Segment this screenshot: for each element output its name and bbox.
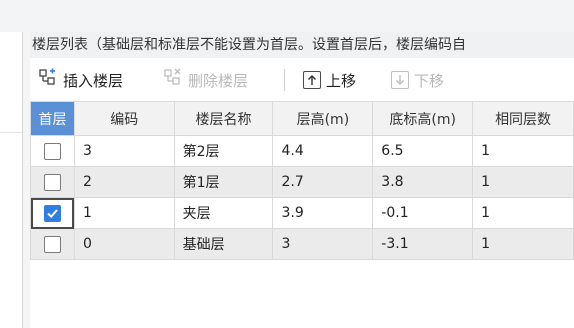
insert-floor-icon <box>38 68 58 92</box>
floor-list-title: 楼层列表（基础层和标准层不能设置为首层。设置首层后，楼层编码自 <box>30 32 574 59</box>
same-count-cell[interactable]: 1 <box>472 135 574 167</box>
floor-name-cell[interactable]: 基础层 <box>173 228 274 260</box>
arrow-down-icon <box>391 71 409 89</box>
height-cell[interactable]: 3 <box>272 228 374 260</box>
table-row[interactable]: 2 第1层 2.7 3.8 1 <box>30 166 574 198</box>
delete-floor-button[interactable]: 删除楼层 <box>163 67 248 93</box>
first-floor-cell[interactable] <box>30 166 75 198</box>
same-count-cell[interactable]: 1 <box>472 228 574 260</box>
first-floor-cell[interactable] <box>30 228 75 260</box>
height-cell[interactable]: 3.9 <box>272 197 374 229</box>
col-header-code[interactable]: 编码 <box>73 101 175 136</box>
col-header-height[interactable]: 层高(m) <box>272 101 374 136</box>
left-panel <box>0 32 23 328</box>
col-header-same-count[interactable]: 相同层数 <box>472 101 574 136</box>
table-row[interactable]: 3 第2层 4.4 6.5 1 <box>30 135 574 167</box>
floor-name-cell[interactable]: 第1层 <box>173 166 274 198</box>
same-count-cell[interactable]: 1 <box>472 197 574 229</box>
code-cell[interactable]: 2 <box>73 166 175 198</box>
splitter[interactable] <box>23 32 30 328</box>
arrow-up-icon <box>303 71 321 89</box>
first-floor-checkbox-checked[interactable] <box>43 204 61 222</box>
code-cell[interactable]: 1 <box>73 197 175 229</box>
move-up-label: 上移 <box>326 71 357 90</box>
delete-floor-label: 删除楼层 <box>188 71 249 90</box>
col-header-base-elevation[interactable]: 底标高(m) <box>372 101 474 136</box>
height-cell[interactable]: 4.4 <box>272 135 374 167</box>
table-row[interactable]: 0 基础层 3 -3.1 1 <box>30 228 574 260</box>
code-cell[interactable]: 0 <box>73 228 175 260</box>
delete-floor-icon <box>163 68 183 92</box>
table-row[interactable]: 1 夹层 3.9 -0.1 1 <box>30 197 574 229</box>
insert-floor-button[interactable]: 插入楼层 <box>38 67 123 93</box>
insert-floor-label: 插入楼层 <box>63 71 124 90</box>
floor-name-cell[interactable]: 夹层 <box>173 197 274 229</box>
toolbar: 插入楼层 删除楼层 上移 下移 <box>30 58 574 101</box>
same-count-cell[interactable]: 1 <box>472 166 574 198</box>
move-down-button[interactable]: 下移 <box>391 67 444 93</box>
first-floor-cell[interactable] <box>30 135 75 167</box>
first-floor-checkbox[interactable] <box>43 142 61 160</box>
move-down-label: 下移 <box>414 71 445 90</box>
floor-name-cell[interactable]: 第2层 <box>173 135 274 167</box>
code-cell[interactable]: 3 <box>73 135 175 167</box>
height-cell[interactable]: 2.7 <box>272 166 374 198</box>
base-elevation-cell[interactable]: -0.1 <box>372 197 474 229</box>
col-header-floor-name[interactable]: 楼层名称 <box>173 101 274 136</box>
first-floor-cell[interactable] <box>30 197 75 229</box>
col-header-first-floor[interactable]: 首层 <box>30 101 75 136</box>
top-strip <box>0 0 574 32</box>
base-elevation-cell[interactable]: -3.1 <box>372 228 474 260</box>
move-up-button[interactable]: 上移 <box>303 67 356 93</box>
base-elevation-cell[interactable]: 3.8 <box>372 166 474 198</box>
first-floor-checkbox[interactable] <box>43 235 61 253</box>
checkmark-icon <box>47 208 58 218</box>
floor-table: 首层 编码 楼层名称 层高(m) 底标高(m) 相同层数 3 第2层 4.4 6… <box>30 101 574 260</box>
left-panel-tab[interactable] <box>0 92 22 133</box>
base-elevation-cell[interactable]: 6.5 <box>372 135 474 167</box>
first-floor-checkbox[interactable] <box>43 173 61 191</box>
table-header-row: 首层 编码 楼层名称 层高(m) 底标高(m) 相同层数 <box>30 101 574 136</box>
toolbar-separator <box>284 69 285 91</box>
